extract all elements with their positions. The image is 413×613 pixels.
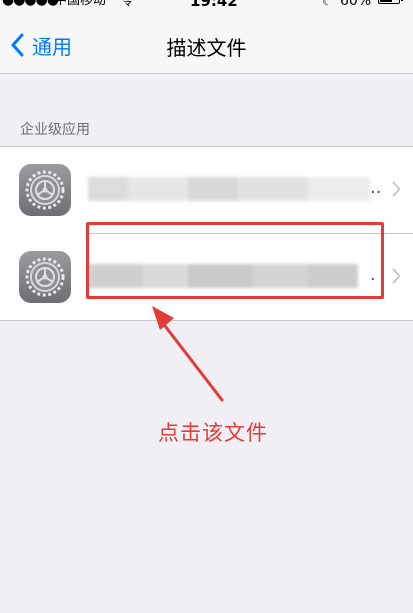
battery-percent: 60% [340,0,372,9]
annotation-label: 点击该文件 [158,421,268,445]
section-header: 企业级应用 [20,122,90,138]
settings-gear-icon [19,251,71,303]
chevron-right-icon [392,181,401,197]
navigation-bar: 通用 描述文件 [0,14,413,74]
annotation-arrow-icon [152,306,224,402]
battery-icon [378,0,403,4]
wifi-icon: 令 [122,0,133,8]
obscured-profile-name [88,171,370,207]
do-not-disturb-icon: ☾ [322,0,333,8]
settings-gear-icon [19,164,71,216]
clock-time: 19:42 [190,0,238,10]
truncation-ellipsis: .. [370,177,382,198]
list-item[interactable]: .. [0,147,413,234]
highlight-box [86,222,384,299]
status-bar: ●●●●● 中国移动 令 19:42 ☾ 60% [0,0,413,14]
signal-strength-icon: ●●●●● [2,0,59,8]
chevron-right-icon [392,268,401,284]
page-title: 描述文件 [166,36,247,60]
carrier-label: 中国移动 [54,0,107,8]
